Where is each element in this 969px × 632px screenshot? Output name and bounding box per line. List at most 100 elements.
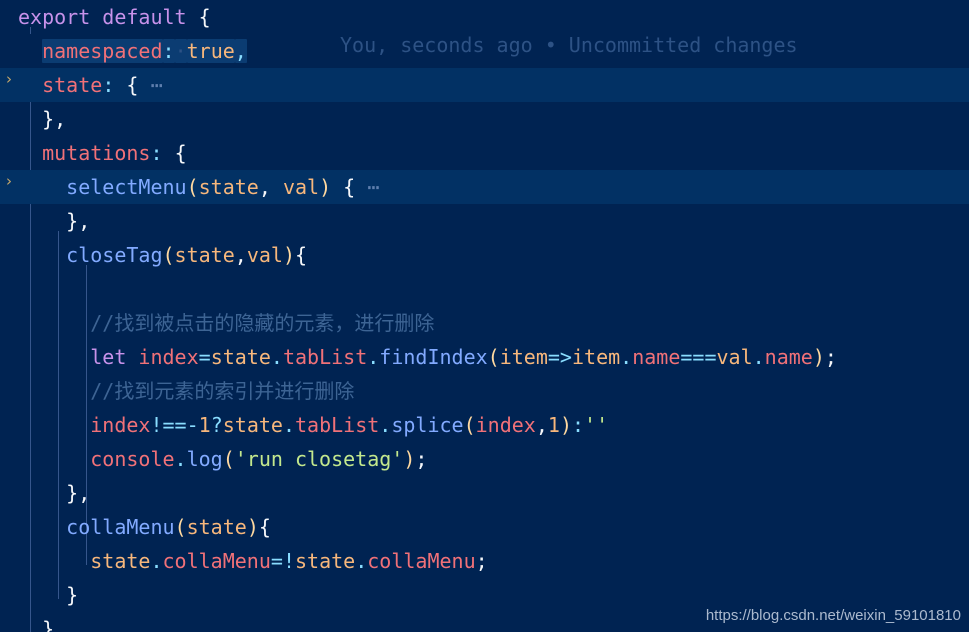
code-token: { — [294, 243, 308, 267]
code-token: index — [138, 345, 199, 369]
code-token: { — [258, 515, 271, 539]
code-token: ( — [463, 413, 476, 437]
code-token: ( — [222, 447, 235, 471]
code-token: console — [90, 447, 175, 471]
code-token: ) — [403, 447, 416, 471]
code-token: findIndex — [379, 345, 488, 369]
code-token: ) — [559, 413, 572, 437]
code-token: · — [174, 39, 187, 63]
code-token: { — [343, 175, 356, 199]
code-token: ) — [319, 175, 332, 199]
code-token: ; — [415, 447, 428, 471]
code-token: ; — [824, 345, 837, 369]
code-token: !== — [150, 413, 187, 437]
code-line[interactable]: }, — [0, 102, 969, 136]
code-token: item — [499, 345, 548, 369]
code-line[interactable]: console.log('run closetag'); — [0, 442, 969, 476]
code-token: state — [198, 175, 259, 199]
code-token: ; — [475, 549, 488, 573]
fold-gutter[interactable]: › › — [0, 0, 18, 632]
code-token: //找到元素的索引并进行删除 — [90, 379, 355, 403]
code-token: collaMenu — [66, 515, 175, 539]
code-token: { — [126, 73, 139, 97]
code-token: ! — [282, 549, 295, 573]
code-token: closeTag — [66, 243, 163, 267]
code-line[interactable]: state.collaMenu=!state.collaMenu; — [0, 544, 969, 578]
code-token: { — [198, 5, 211, 29]
code-line[interactable]: closeTag(state,val){ — [0, 238, 969, 272]
code-token: : — [102, 73, 115, 97]
code-line[interactable]: selectMenu(state, val) { ⋯ — [0, 170, 969, 204]
code-token: => — [547, 345, 572, 369]
code-token: - — [186, 413, 199, 437]
code-token: . — [620, 345, 633, 369]
code-token: ? — [210, 413, 223, 437]
code-token: }, — [42, 617, 67, 632]
code-token: namespaced — [42, 39, 163, 63]
code-token: . — [752, 345, 765, 369]
code-token: . — [174, 447, 187, 471]
code-token: ⋯ — [138, 73, 163, 97]
fold-arrow-state[interactable]: › — [1, 62, 17, 96]
code-token: ( — [174, 515, 187, 539]
code-token: === — [680, 345, 717, 369]
code-token: index — [475, 413, 536, 437]
code-token: '' — [584, 413, 609, 437]
code-line[interactable]: //找到元素的索引并进行删除 — [0, 374, 969, 408]
code-token: , — [234, 39, 247, 63]
code-token: name — [632, 345, 681, 369]
code-token: = — [198, 345, 211, 369]
code-token: : — [572, 413, 585, 437]
code-token: } — [66, 583, 79, 607]
code-token: state — [294, 549, 356, 573]
code-token: : — [162, 39, 175, 63]
code-line[interactable]: state: { ⋯ — [0, 68, 969, 102]
code-token: //找到被点击的隐藏的元素，进行删除 — [90, 311, 435, 335]
code-token: name — [764, 345, 813, 369]
code-token: state — [42, 73, 103, 97]
code-token: ( — [487, 345, 500, 369]
code-line[interactable]: index!==-1?state.tabList.splice(index,1)… — [0, 408, 969, 442]
code-token: ( — [162, 243, 175, 267]
code-lines[interactable]: export default { namespaced:·true, state… — [0, 0, 969, 632]
code-line[interactable]: }, — [0, 204, 969, 238]
code-token: 'run closetag' — [234, 447, 404, 471]
code-line[interactable]: mutations: { — [0, 136, 969, 170]
watermark-url: https://blog.csdn.net/weixin_59101810 — [705, 607, 961, 624]
code-line[interactable]: }, — [0, 476, 969, 510]
code-token: , — [258, 175, 271, 199]
git-blame-annotation[interactable]: You, seconds ago • Uncommitted changes — [340, 28, 798, 62]
code-line[interactable]: //找到被点击的隐藏的元素，进行删除 — [0, 306, 969, 340]
code-token: . — [270, 345, 283, 369]
code-token: true — [186, 39, 235, 63]
code-token: state — [90, 549, 151, 573]
code-line[interactable]: collaMenu(state){ — [0, 510, 969, 544]
code-token: = — [270, 549, 283, 573]
code-token: . — [282, 413, 295, 437]
code-line[interactable] — [0, 272, 969, 306]
code-token: item — [571, 345, 621, 369]
code-token: }, — [42, 107, 67, 131]
code-line[interactable]: let index=state.tabList.findIndex(item=>… — [0, 340, 969, 374]
code-token: state — [210, 345, 271, 369]
code-token: . — [379, 413, 392, 437]
code-token: let — [90, 345, 127, 369]
code-token: state — [186, 515, 247, 539]
code-token: state — [174, 243, 235, 267]
fold-arrow-selectmenu[interactable]: › — [1, 164, 17, 198]
code-editor[interactable]: export default { namespaced:·true, state… — [0, 0, 969, 632]
